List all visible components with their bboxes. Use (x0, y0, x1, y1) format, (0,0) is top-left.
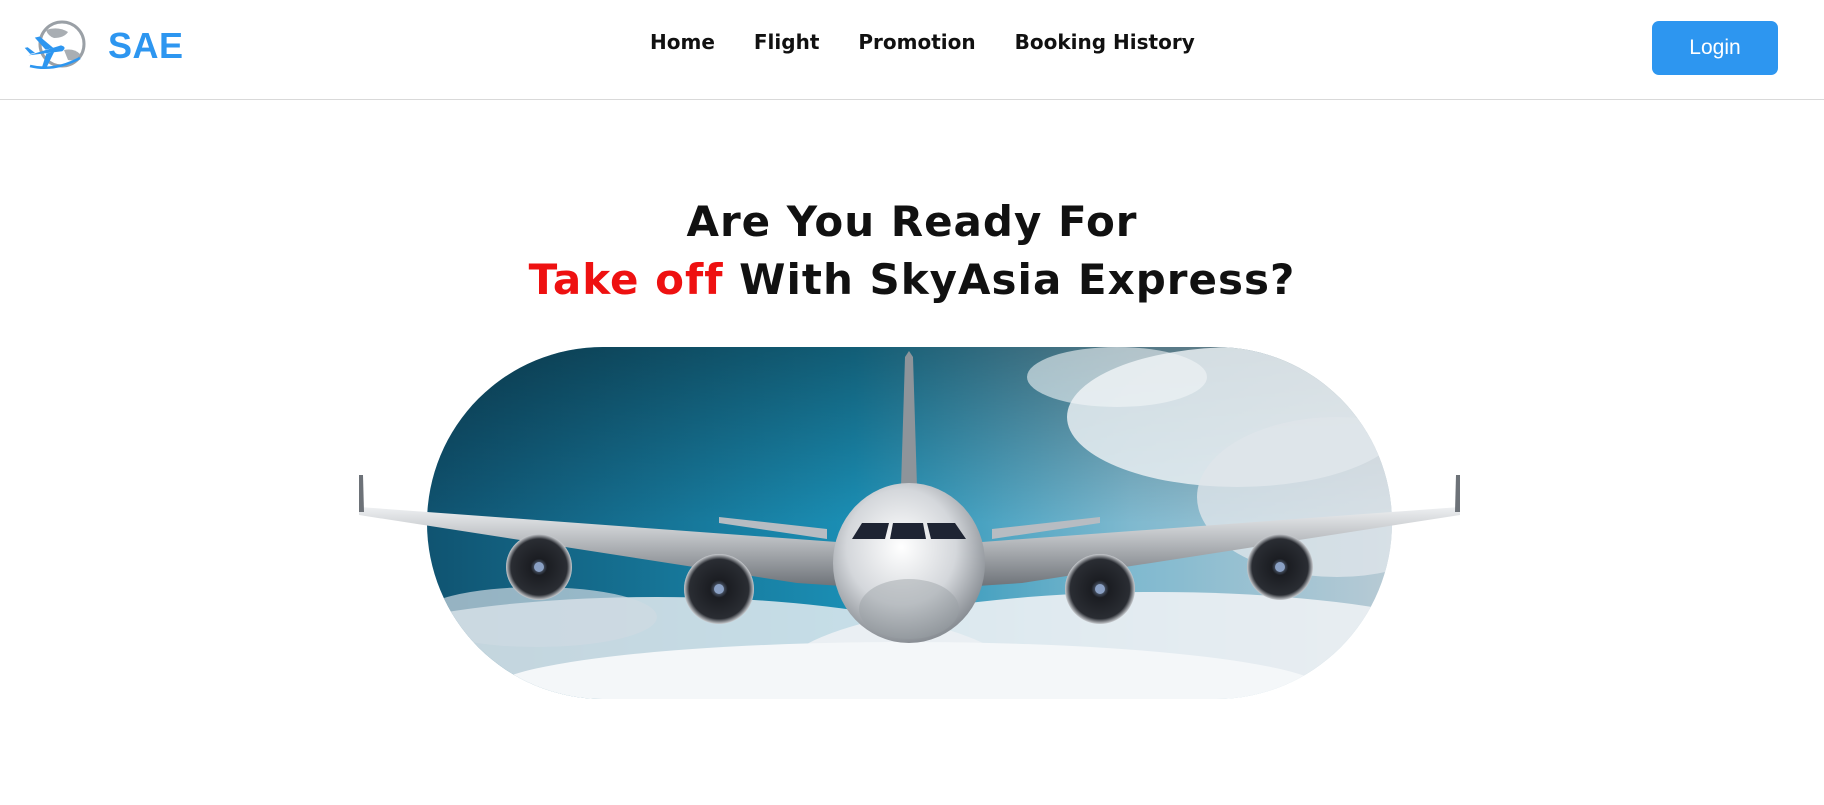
hero-title: Are You Ready For Take off With SkyAsia … (0, 193, 1824, 309)
airplane-in-clouds-image (359, 347, 1460, 699)
nav-flight[interactable]: Flight (754, 28, 820, 56)
brand[interactable]: SAE (24, 20, 184, 72)
brand-name: SAE (108, 25, 184, 66)
nav-booking-history[interactable]: Booking History (1015, 28, 1195, 56)
hero-title-rest: With SkyAsia Express? (723, 255, 1296, 304)
nav-home[interactable]: Home (650, 28, 715, 56)
hero-title-line-1: Are You Ready For (686, 197, 1138, 246)
nav-promotion[interactable]: Promotion (858, 28, 975, 56)
hero-title-line-2: Take off With SkyAsia Express? (0, 251, 1824, 309)
main-nav: Home Flight Promotion Booking History (650, 28, 1195, 56)
login-button[interactable]: Login (1652, 21, 1778, 75)
airplane-globe-icon (24, 20, 86, 69)
top-header: SAE Home Flight Promotion Booking Histor… (0, 0, 1824, 100)
hero-title-accent: Take off (528, 255, 724, 304)
